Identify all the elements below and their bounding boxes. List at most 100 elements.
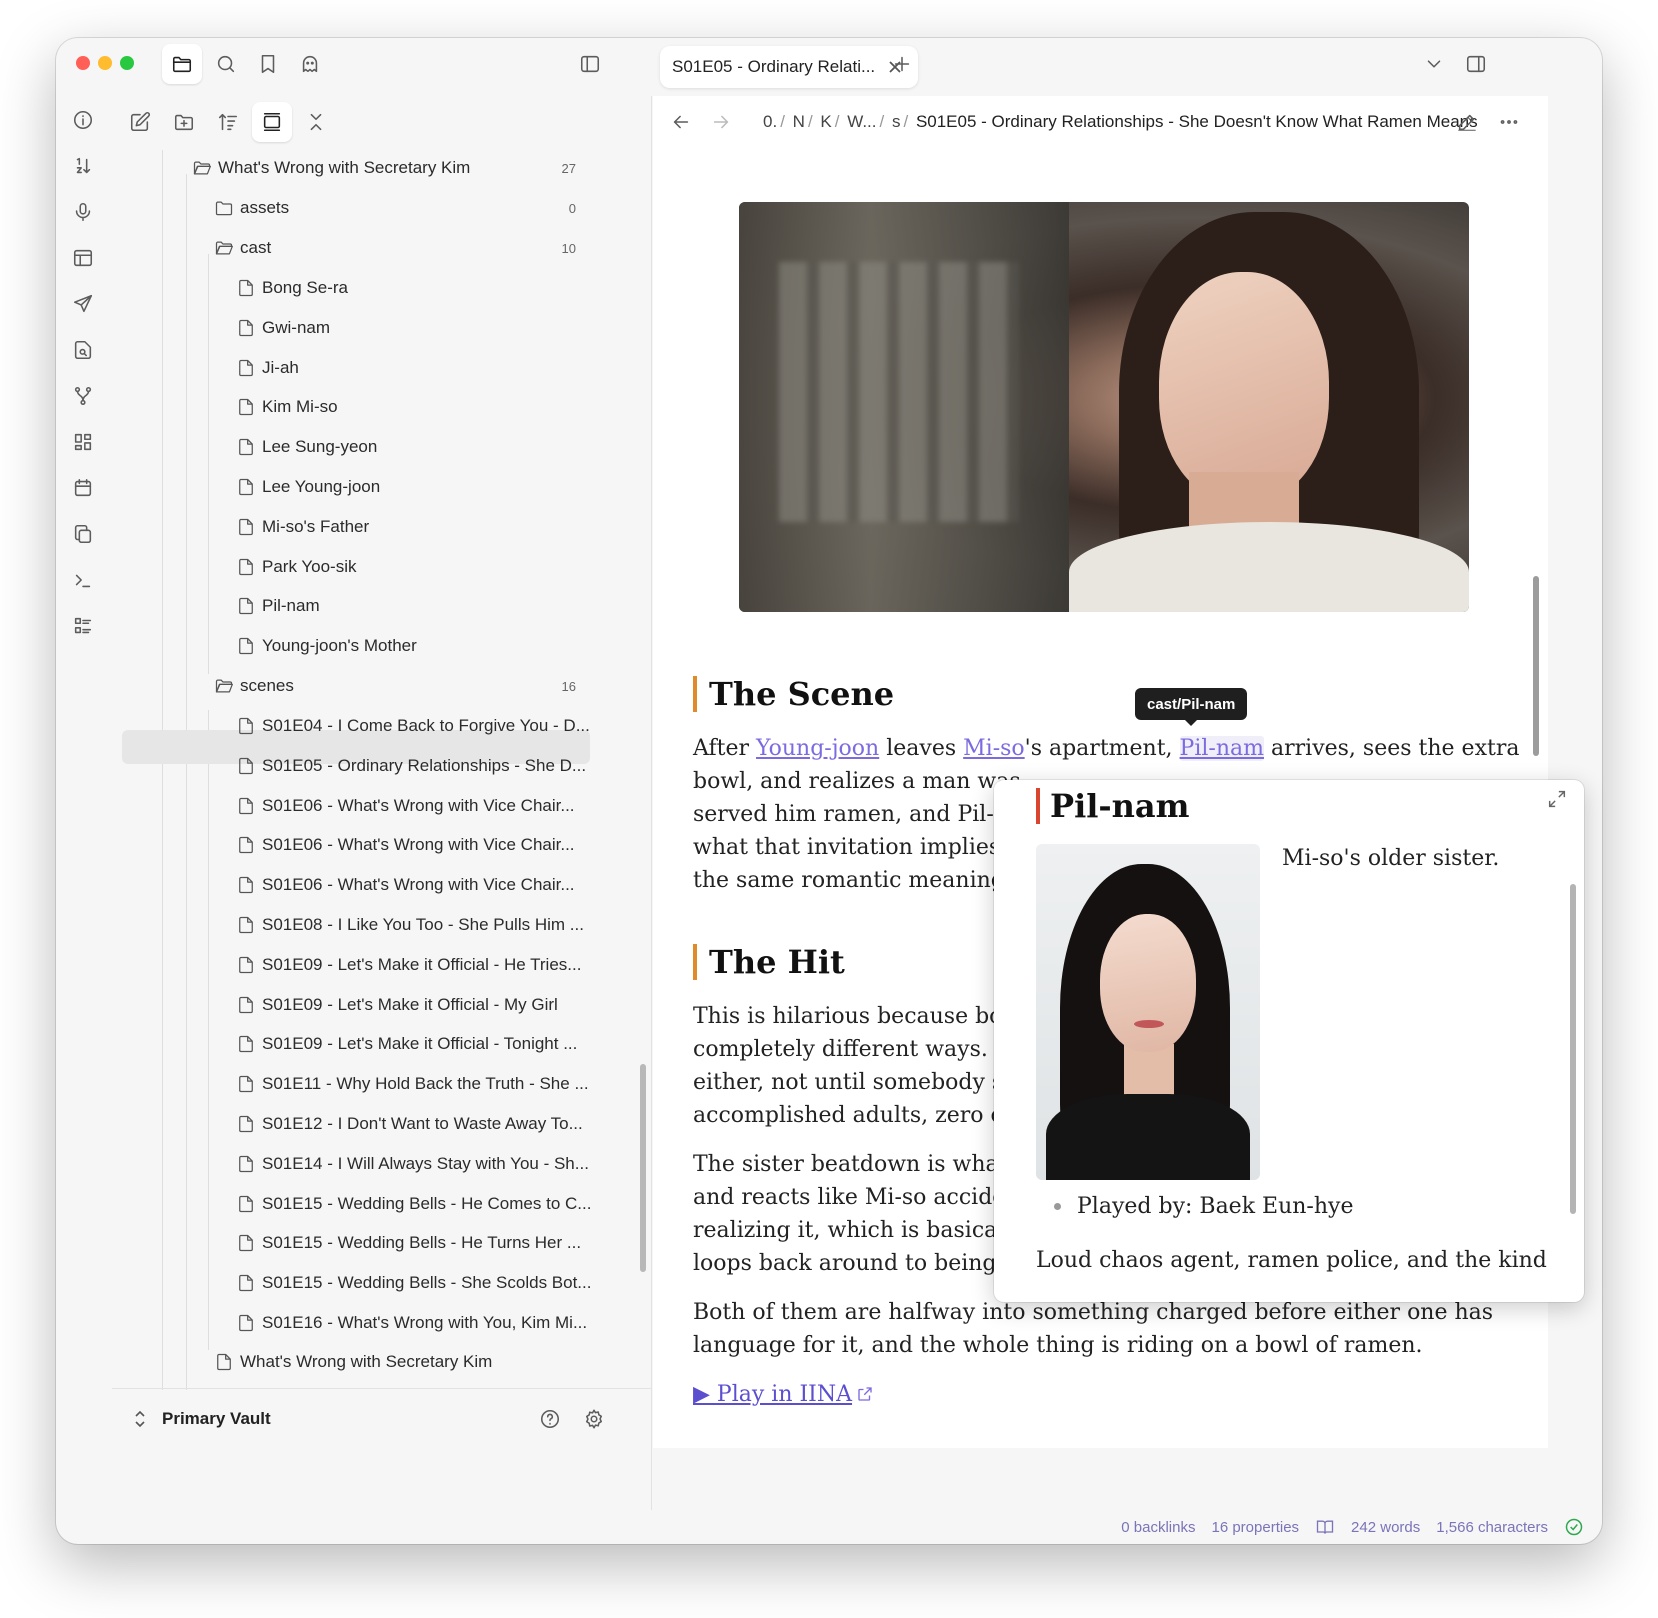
tree-file-cast[interactable]: Park Yoo-sik xyxy=(236,549,576,585)
properties-count[interactable]: 16 properties xyxy=(1211,1519,1299,1536)
files-tab-button[interactable] xyxy=(162,44,202,84)
ribbon-send-button[interactable] xyxy=(63,284,103,324)
tree-folder-cast[interactable]: cast 10 xyxy=(214,230,576,266)
ribbon-terminal-button[interactable] xyxy=(63,560,103,600)
tree-file-scene[interactable]: S01E15 - Wedding Bells - She Scolds Bot.… xyxy=(236,1265,591,1301)
ribbon-calendar-button[interactable] xyxy=(63,468,103,508)
ribbon-sort-button[interactable] xyxy=(63,146,103,186)
link-young-joon[interactable]: Young-joon xyxy=(756,736,879,761)
tree-file-scene[interactable]: S01E09 - Let's Make it Official - Tonigh… xyxy=(236,1026,577,1062)
breadcrumb-item[interactable]: N xyxy=(793,112,805,131)
tree-file-scene[interactable]: S01E08 - I Like You Too - She Pulls Him … xyxy=(236,907,584,943)
external-link-icon xyxy=(858,1387,873,1401)
forward-button[interactable] xyxy=(701,102,741,142)
tree-file-scene[interactable]: S01E15 - Wedding Bells - He Turns Her ..… xyxy=(236,1225,581,1261)
popover-expand-button[interactable] xyxy=(1546,788,1572,814)
text-run: 's apartment, xyxy=(1024,736,1180,761)
backlinks-count[interactable]: 0 backlinks xyxy=(1121,1519,1195,1536)
ribbon-list-button[interactable] xyxy=(63,606,103,646)
breadcrumb-current[interactable]: S01E05 - Ordinary Relationships - She Do… xyxy=(916,112,1478,131)
ribbon-record-button[interactable] xyxy=(63,192,103,232)
file-explorer-scrollbar[interactable] xyxy=(640,1064,646,1272)
settings-button[interactable] xyxy=(574,1399,614,1439)
tree-file-cast[interactable]: Lee Young-joon xyxy=(236,469,576,505)
vault-name[interactable]: Primary Vault xyxy=(162,1409,271,1429)
breadcrumb-item[interactable]: s xyxy=(892,112,901,131)
ribbon-graph-button[interactable] xyxy=(63,376,103,416)
tree-file-scene[interactable]: S01E06 - What's Wrong with Vice Chair... xyxy=(236,867,576,903)
ribbon-file-search-button[interactable] xyxy=(63,330,103,370)
new-tab-button[interactable] xyxy=(882,44,922,84)
popover-scrollbar[interactable] xyxy=(1570,884,1576,1214)
reading-view-icon[interactable] xyxy=(1315,1517,1335,1537)
tree-folder-scenes[interactable]: scenes 16 xyxy=(214,668,576,704)
tree-folder-root[interactable]: What's Wrong with Secretary Kim 27 xyxy=(192,150,576,186)
help-icon xyxy=(540,1409,560,1429)
new-note-button[interactable] xyxy=(120,102,160,142)
toggle-left-sidebar-button[interactable] xyxy=(570,44,610,84)
tree-file-scene[interactable]: S01E14 - I Will Always Stay with You - S… xyxy=(236,1146,589,1182)
back-button[interactable] xyxy=(661,102,701,142)
tree-file-last[interactable]: What's Wrong with Secretary Kim xyxy=(214,1344,576,1380)
tree-file-scene[interactable]: S01E16 - What's Wrong with You, Kim Mi..… xyxy=(236,1305,587,1341)
auto-reveal-button[interactable] xyxy=(252,102,292,142)
zoom-window-button[interactable] xyxy=(120,56,134,70)
tree-file-scene[interactable]: S01E09 - Let's Make it Official - He Tri… xyxy=(236,947,581,983)
close-window-button[interactable] xyxy=(76,56,90,70)
help-button[interactable] xyxy=(530,1399,570,1439)
bookmarks-tab-button[interactable] xyxy=(248,44,288,84)
tree-folder-assets[interactable]: assets 0 xyxy=(214,190,576,226)
git-fork-icon xyxy=(74,386,92,406)
heading-the-scene: The Scene xyxy=(693,676,894,712)
breadcrumb-item[interactable]: 0. xyxy=(763,112,777,131)
tree-file-scene[interactable]: S01E11 - Why Hold Back the Truth - She .… xyxy=(236,1066,589,1102)
tree-file-cast[interactable]: Ji-ah xyxy=(236,350,576,386)
tree-file-scene[interactable]: S01E06 - What's Wrong with Vice Chair... xyxy=(236,827,576,863)
search-tab-button[interactable] xyxy=(206,44,246,84)
toggle-right-sidebar-button[interactable] xyxy=(1456,44,1496,84)
tree-file-cast[interactable]: Lee Sung-yeon xyxy=(236,429,576,465)
search-icon xyxy=(217,55,235,73)
tree-file-scene[interactable]: S01E04 - I Come Back to Forgive You - D.… xyxy=(236,708,590,744)
new-folder-button[interactable] xyxy=(164,102,204,142)
folder-open-icon xyxy=(214,238,234,258)
link-pil-nam[interactable]: Pil-nam xyxy=(1179,736,1265,761)
hover-preview-popover[interactable]: Pil-nam Mi-so's older sister. Played by:… xyxy=(994,780,1584,1302)
collapse-all-button[interactable] xyxy=(296,102,336,142)
tree-file-cast[interactable]: Pil-nam xyxy=(236,588,576,624)
tab-list-button[interactable] xyxy=(1414,44,1454,84)
edit-mode-button[interactable] xyxy=(1447,102,1487,142)
tree-file-cast[interactable]: Kim Mi-so xyxy=(236,389,576,425)
tree-file-scene[interactable]: S01E09 - Let's Make it Official - My Gir… xyxy=(236,987,576,1023)
breadcrumb-item[interactable]: W... xyxy=(847,112,876,131)
tree-file-cast[interactable]: Bong Se-ra xyxy=(236,270,576,306)
ribbon-layout-button[interactable] xyxy=(63,238,103,278)
sort-button[interactable] xyxy=(208,102,248,142)
breadcrumb-item[interactable]: K xyxy=(820,112,831,131)
editor-scrollbar[interactable] xyxy=(1533,576,1539,756)
file-icon xyxy=(236,995,256,1015)
tree-label: Bong Se-ra xyxy=(262,278,348,297)
ghost-tab-button[interactable] xyxy=(290,44,330,84)
minimize-window-button[interactable] xyxy=(98,56,112,70)
expand-icon xyxy=(1548,790,1566,808)
ribbon-dashboard-button[interactable] xyxy=(63,422,103,462)
more-options-button[interactable] xyxy=(1489,102,1529,142)
tree-file-scene[interactable]: S01E15 - Wedding Bells - He Comes to C..… xyxy=(236,1186,591,1222)
text-run: After xyxy=(693,736,757,761)
tree-label: assets xyxy=(240,198,290,217)
tree-file-cast[interactable]: Mi-so's Father xyxy=(236,509,576,545)
ribbon-info-button[interactable] xyxy=(63,100,103,140)
tree-file-scene-active[interactable]: S01E05 - Ordinary Relationships - She D.… xyxy=(236,748,586,784)
tree-file-cast[interactable]: Gwi-nam xyxy=(236,310,576,346)
tree-file-scene[interactable]: S01E12 - I Don't Want to Waste Away To..… xyxy=(236,1106,583,1142)
tree-file-cast[interactable]: Young-joon's Mother xyxy=(236,628,576,664)
ribbon-copy-button[interactable] xyxy=(63,514,103,554)
vault-switcher-icon[interactable] xyxy=(132,1409,148,1429)
tree-label: Lee Sung-yeon xyxy=(262,437,378,457)
sync-status-icon[interactable] xyxy=(1564,1517,1584,1537)
tab-current-note[interactable]: S01E05 - Ordinary Relati... xyxy=(660,46,918,88)
link-mi-so[interactable]: Mi-so xyxy=(963,736,1025,761)
play-in-iina-link[interactable]: ▶ Play in IINA xyxy=(693,1382,852,1407)
tree-file-scene[interactable]: S01E06 - What's Wrong with Vice Chair... xyxy=(236,788,576,824)
